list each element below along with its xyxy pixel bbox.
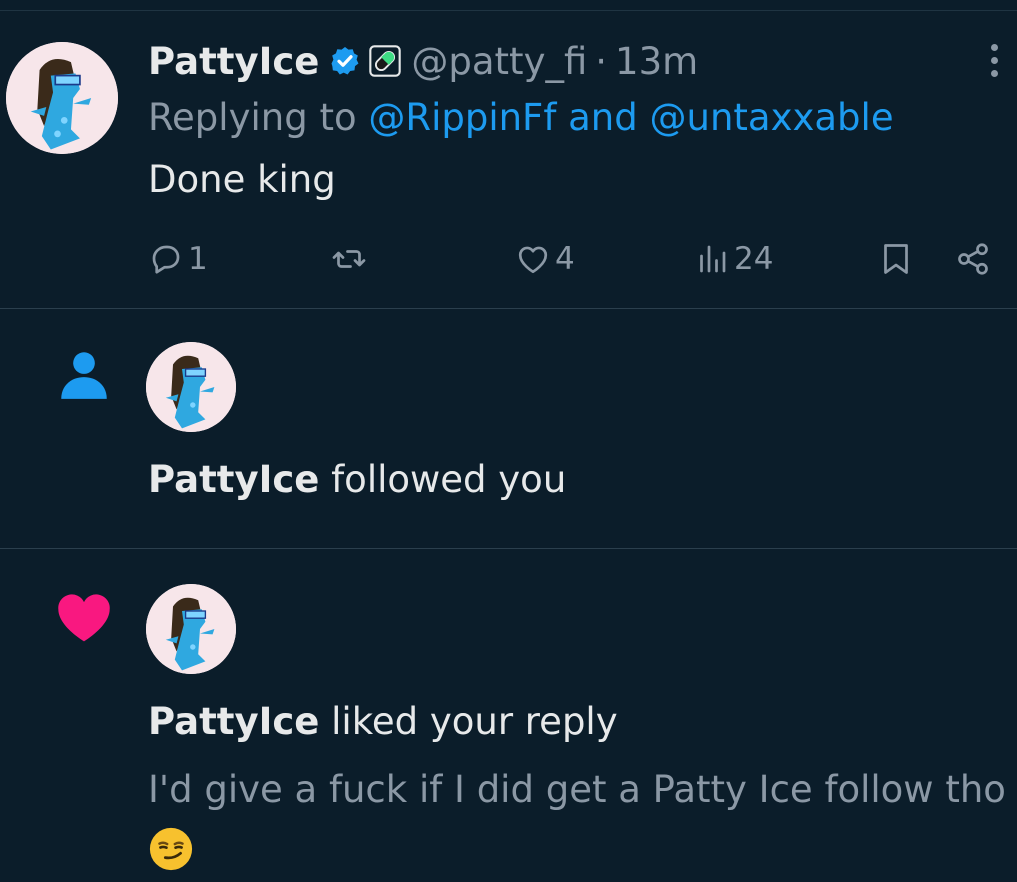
liked-reply-text[interactable]: I'd give a fuck if I did get a Patty Ice…	[148, 768, 1006, 811]
notification-action: liked your reply	[319, 700, 618, 743]
views-button[interactable]: 24	[694, 236, 773, 282]
tweet-avatar[interactable]	[6, 42, 118, 154]
replying-to: Replying to @RippinFf and @untaxxable	[148, 96, 894, 139]
like-button[interactable]: 4	[515, 236, 575, 282]
avatar-image	[146, 584, 236, 674]
timestamp[interactable]: 13m	[615, 40, 698, 83]
mention-joiner: and	[556, 96, 650, 139]
notification-action: followed you	[319, 458, 567, 501]
heart-icon	[58, 594, 110, 642]
share-button[interactable]	[955, 236, 991, 282]
notification-user-name: PattyIce	[148, 700, 320, 743]
separator-dot: ·	[595, 39, 608, 83]
avatar-image	[6, 42, 118, 154]
more-dot-icon	[990, 57, 998, 64]
notification-user-name: PattyIce	[148, 458, 320, 501]
reply-icon	[152, 245, 180, 274]
share-icon	[958, 243, 988, 275]
pill-icon[interactable]	[369, 45, 402, 77]
liker-avatar[interactable]	[146, 584, 236, 674]
repost-button[interactable]	[331, 236, 371, 282]
more-options-button[interactable]	[986, 44, 1002, 84]
handle[interactable]: @patty_fi	[411, 40, 587, 83]
top-divider	[0, 10, 1017, 11]
mention-link-rippinff[interactable]: @RippinFf	[368, 96, 556, 139]
reply-button[interactable]: 1	[148, 236, 208, 282]
person-icon	[61, 352, 107, 399]
verified-badge-icon[interactable]	[329, 45, 361, 77]
display-name[interactable]: PattyIce	[148, 40, 319, 83]
follow-notification-text[interactable]: PattyIce followed you	[148, 458, 566, 501]
like-icon	[518, 246, 548, 274]
views-count: 24	[734, 241, 774, 277]
bookmark-icon	[884, 244, 908, 274]
repost-icon	[332, 250, 366, 268]
views-icon	[700, 245, 726, 273]
tweet-header: PattyIce @patty_fi · 13m	[148, 36, 698, 86]
smirking-face-emoji	[149, 827, 193, 871]
more-dot-icon	[990, 44, 998, 51]
reply-count: 1	[188, 241, 208, 277]
tweet-text: Done king	[148, 158, 336, 201]
like-notification-text[interactable]: PattyIce liked your reply	[148, 700, 618, 743]
more-dot-icon	[990, 70, 998, 77]
replying-prefix: Replying to	[148, 96, 369, 139]
mention-link-untaxxable[interactable]: @untaxxable	[650, 96, 894, 139]
follower-avatar[interactable]	[146, 342, 236, 432]
bookmark-button[interactable]	[878, 236, 914, 282]
divider	[0, 308, 1017, 309]
divider	[0, 548, 1017, 549]
like-count: 4	[555, 241, 575, 277]
avatar-image	[146, 342, 236, 432]
